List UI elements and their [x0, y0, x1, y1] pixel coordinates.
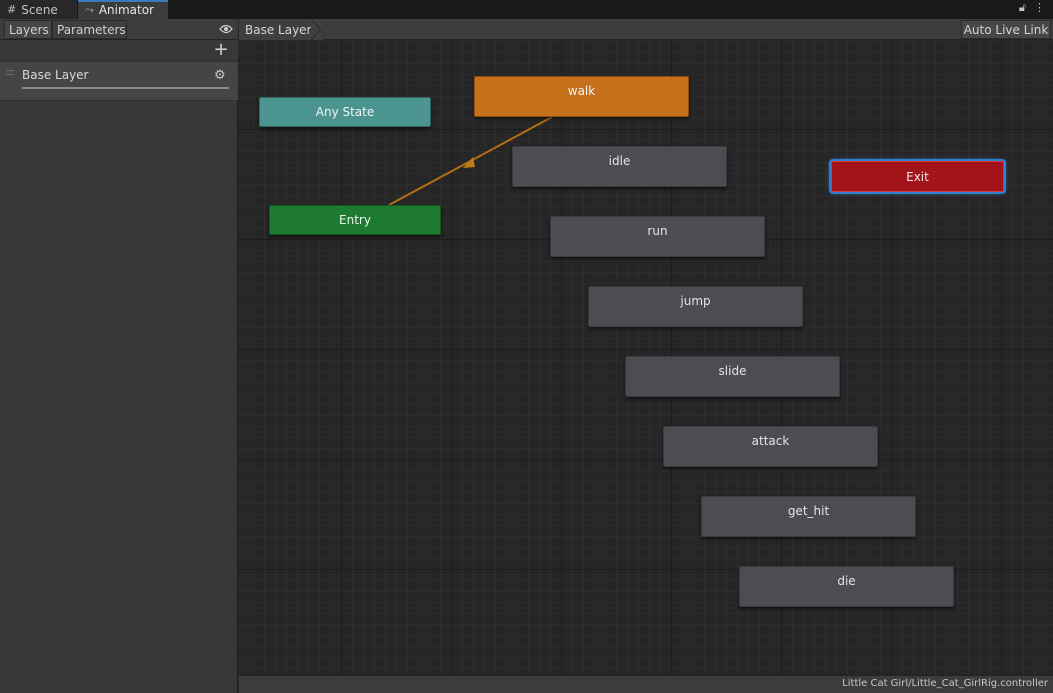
layer-name: Base Layer [22, 68, 89, 82]
tab-scene-label: Scene [21, 2, 58, 17]
window-controls: 🔓︎ ⋮ [1019, 1, 1045, 15]
exit-node[interactable]: Exit [831, 161, 1004, 192]
state-node-die[interactable]: die [739, 566, 954, 607]
auto-live-link-button[interactable]: Auto Live Link [961, 20, 1051, 39]
any-state-node[interactable]: Any State [259, 97, 431, 127]
grid-icon: # [7, 3, 17, 16]
plus-icon[interactable]: + [213, 41, 229, 59]
tab-scene[interactable]: # Scene [0, 0, 77, 19]
drag-handle-icon[interactable] [6, 70, 14, 75]
state-node-walk[interactable]: walk [474, 76, 689, 117]
lock-icon[interactable]: 🔓︎ [1019, 1, 1026, 15]
add-layer-row: + [0, 40, 238, 60]
status-bar: Little Cat Girl/Little_Cat_GirlRig.contr… [239, 675, 1053, 693]
editor-tab-strip: # Scene ⤳ Animator 🔓︎ ⋮ [0, 0, 1053, 19]
gear-icon[interactable]: ⚙ [214, 68, 226, 83]
tab-parameters[interactable]: Parameters [52, 20, 127, 39]
transition-arrow-icon [463, 157, 475, 168]
layers-panel: Layers Parameters + Base Layer ⚙ [0, 19, 238, 693]
state-node-attack[interactable]: attack [663, 426, 878, 467]
layer-item-base-layer[interactable]: Base Layer ⚙ [0, 61, 238, 101]
state-node-jump[interactable]: jump [588, 286, 803, 327]
state-node-run[interactable]: run [550, 216, 765, 257]
animator-graph[interactable]: Base Layer Auto Live Link Any State Entr… [239, 19, 1053, 693]
tab-animator[interactable]: ⤳ Animator [78, 0, 168, 19]
controller-path: Little Cat Girl/Little_Cat_GirlRig.contr… [842, 678, 1048, 689]
state-node-idle[interactable]: idle [512, 146, 727, 187]
breadcrumb-arrow-icon [311, 19, 322, 40]
state-node-slide[interactable]: slide [625, 356, 840, 397]
state-node-get-hit[interactable]: get_hit [701, 496, 916, 537]
layer-weight-slider[interactable] [22, 87, 229, 89]
tab-animator-label: Animator [98, 2, 154, 17]
entry-node[interactable]: Entry [269, 205, 441, 235]
eye-icon[interactable] [219, 24, 233, 34]
tab-layers[interactable]: Layers [4, 20, 52, 39]
layers-panel-toolbar: Layers Parameters [0, 19, 238, 40]
kebab-menu-icon[interactable]: ⋮ [1034, 1, 1045, 15]
animator-icon: ⤳ [85, 2, 94, 16]
graph-toolbar: Base Layer Auto Live Link [239, 19, 1053, 40]
